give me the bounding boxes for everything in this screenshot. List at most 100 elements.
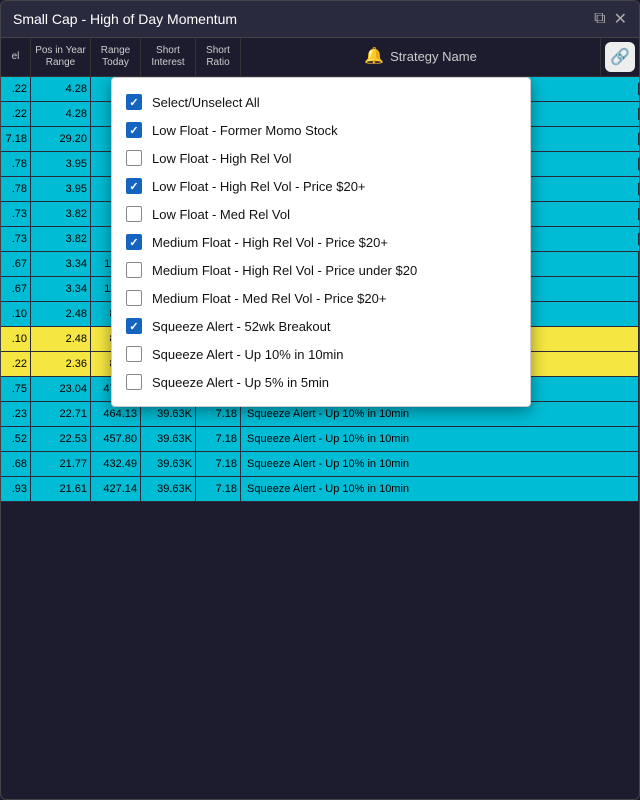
cell-pos: 29.20: [31, 127, 91, 151]
cell-pos: 2.48: [31, 327, 91, 351]
close-button[interactable]: ✕: [614, 9, 627, 29]
checkbox[interactable]: [126, 94, 142, 110]
main-window: Small Cap - High of Day Momentum ⧉ ✕ el …: [0, 0, 640, 800]
col-short-ratio: Short Ratio: [196, 38, 241, 76]
dropdown-item-label: Low Float - High Rel Vol - Price $20+: [152, 179, 366, 194]
title-buttons: ⧉ ✕: [594, 9, 627, 29]
cell-pos: 2.48: [31, 302, 91, 326]
cell-col1: .23: [1, 402, 31, 426]
dropdown-item-label: Medium Float - Med Rel Vol - Price $20+: [152, 291, 386, 306]
table-row: .93 21.61 427.14 39.63K 7.18 Squeeze Ale…: [1, 477, 639, 502]
expand-button[interactable]: ⧉: [594, 9, 605, 29]
dropdown-item[interactable]: Squeeze Alert - Up 5% in 5min: [112, 368, 530, 396]
cell-pos: 21.61: [31, 477, 91, 501]
dropdown-item[interactable]: Squeeze Alert - Up 10% in 10min: [112, 340, 530, 368]
dropdown-item[interactable]: Low Float - High Rel Vol: [112, 144, 530, 172]
dropdown-item-label: Squeeze Alert - Up 5% in 5min: [152, 375, 329, 390]
dropdown-item[interactable]: Medium Float - High Rel Vol - Price unde…: [112, 256, 530, 284]
cell-short-ratio: 7.18: [196, 477, 241, 501]
cell-col1: .67: [1, 277, 31, 301]
cell-range: 432.49: [91, 452, 141, 476]
checkbox[interactable]: [126, 150, 142, 166]
cell-pos: 3.95: [31, 152, 91, 176]
dropdown-item-label: Medium Float - High Rel Vol - Price unde…: [152, 263, 417, 278]
cell-col1: .52: [1, 427, 31, 451]
cell-pos: 3.34: [31, 252, 91, 276]
dropdown-item[interactable]: Medium Float - Med Rel Vol - Price $20+: [112, 284, 530, 312]
cell-short-int: 39.63K: [141, 477, 196, 501]
checkbox[interactable]: [126, 374, 142, 390]
cell-col1: .78: [1, 177, 31, 201]
table-row: .52 22.53 457.80 39.63K 7.18 Squeeze Ale…: [1, 427, 639, 452]
col-short-interest: Short Interest: [141, 38, 196, 76]
dropdown-item[interactable]: Low Float - Med Rel Vol: [112, 200, 530, 228]
checkbox[interactable]: [126, 206, 142, 222]
cell-short-int: 39.63K: [141, 427, 196, 451]
table-row: .68 21.77 432.49 39.63K 7.18 Squeeze Ale…: [1, 452, 639, 477]
dropdown-item[interactable]: Select/Unselect All: [112, 88, 530, 116]
col-pos-year-range: Pos in Year Range: [31, 38, 91, 76]
dropdown-item-label: Squeeze Alert - Up 10% in 10min: [152, 347, 344, 362]
cell-col1: .22: [1, 77, 31, 101]
cell-col1: .75: [1, 377, 31, 401]
cell-pos: 3.95: [31, 177, 91, 201]
cell-col1: 7.18: [1, 127, 31, 151]
cell-col1: .93: [1, 477, 31, 501]
dropdown-item-label: Low Float - Former Momo Stock: [152, 123, 338, 138]
dropdown-item[interactable]: Squeeze Alert - 52wk Breakout: [112, 312, 530, 340]
cell-strategy: Squeeze Alert - Up 10% in 10min: [241, 427, 639, 451]
dropdown-item-label: Select/Unselect All: [152, 95, 260, 110]
checkbox[interactable]: [126, 122, 142, 138]
strategy-name-label: Strategy Name: [390, 49, 477, 65]
cell-col1: .22: [1, 352, 31, 376]
checkbox[interactable]: [126, 290, 142, 306]
col-range-today: Range Today: [91, 38, 141, 76]
cell-short-ratio: 7.18: [196, 427, 241, 451]
cell-col1: .22: [1, 102, 31, 126]
cell-short-ratio: 7.18: [196, 452, 241, 476]
dropdown-item-label: Low Float - High Rel Vol: [152, 151, 291, 166]
bell-icon: 🔔: [364, 47, 384, 66]
window-title: Small Cap - High of Day Momentum: [13, 11, 237, 27]
strategy-dropdown[interactable]: Select/Unselect All Low Float - Former M…: [111, 77, 531, 407]
cell-pos: 4.28: [31, 102, 91, 126]
checkbox[interactable]: [126, 234, 142, 250]
dropdown-item-label: Medium Float - High Rel Vol - Price $20+: [152, 235, 388, 250]
checkbox[interactable]: [126, 178, 142, 194]
dropdown-item[interactable]: Low Float - High Rel Vol - Price $20+: [112, 172, 530, 200]
cell-short-int: 39.63K: [141, 452, 196, 476]
cell-col1: .68: [1, 452, 31, 476]
checkbox[interactable]: [126, 346, 142, 362]
cell-col1: .73: [1, 227, 31, 251]
col-strategy-name[interactable]: 🔔 Strategy Name: [241, 38, 601, 76]
cell-strategy: Squeeze Alert - Up 10% in 10min: [241, 452, 639, 476]
cell-pos: 22.53: [31, 427, 91, 451]
dropdown-item-label: Squeeze Alert - 52wk Breakout: [152, 319, 331, 334]
cell-pos: 23.04: [31, 377, 91, 401]
checkbox[interactable]: [126, 262, 142, 278]
cell-strategy: Squeeze Alert - Up 10% in 10min: [241, 477, 639, 501]
checkbox[interactable]: [126, 318, 142, 334]
cell-col1: .10: [1, 302, 31, 326]
table-container: .22 4.28 148 .22 4.28 148 7.18 29.20 10 …: [1, 77, 639, 799]
cell-pos: 3.34: [31, 277, 91, 301]
col-el: el: [1, 38, 31, 76]
dropdown-item[interactable]: Low Float - Former Momo Stock: [112, 116, 530, 144]
cell-pos: 22.71: [31, 402, 91, 426]
cell-pos: 4.28: [31, 77, 91, 101]
cell-col1: .10: [1, 327, 31, 351]
cell-col1: .78: [1, 152, 31, 176]
cell-pos: 3.82: [31, 202, 91, 226]
cell-pos: 2.36: [31, 352, 91, 376]
link-button[interactable]: 🔗: [605, 42, 635, 72]
cell-pos: 21.77: [31, 452, 91, 476]
cell-range: 457.80: [91, 427, 141, 451]
cell-pos: 3.82: [31, 227, 91, 251]
cell-range: 427.14: [91, 477, 141, 501]
dropdown-item-label: Low Float - Med Rel Vol: [152, 207, 290, 222]
cell-col1: .73: [1, 202, 31, 226]
title-bar: Small Cap - High of Day Momentum ⧉ ✕: [1, 1, 639, 38]
dropdown-item[interactable]: Medium Float - High Rel Vol - Price $20+: [112, 228, 530, 256]
column-headers: el Pos in Year Range Range Today Short I…: [1, 38, 639, 77]
cell-col1: .67: [1, 252, 31, 276]
